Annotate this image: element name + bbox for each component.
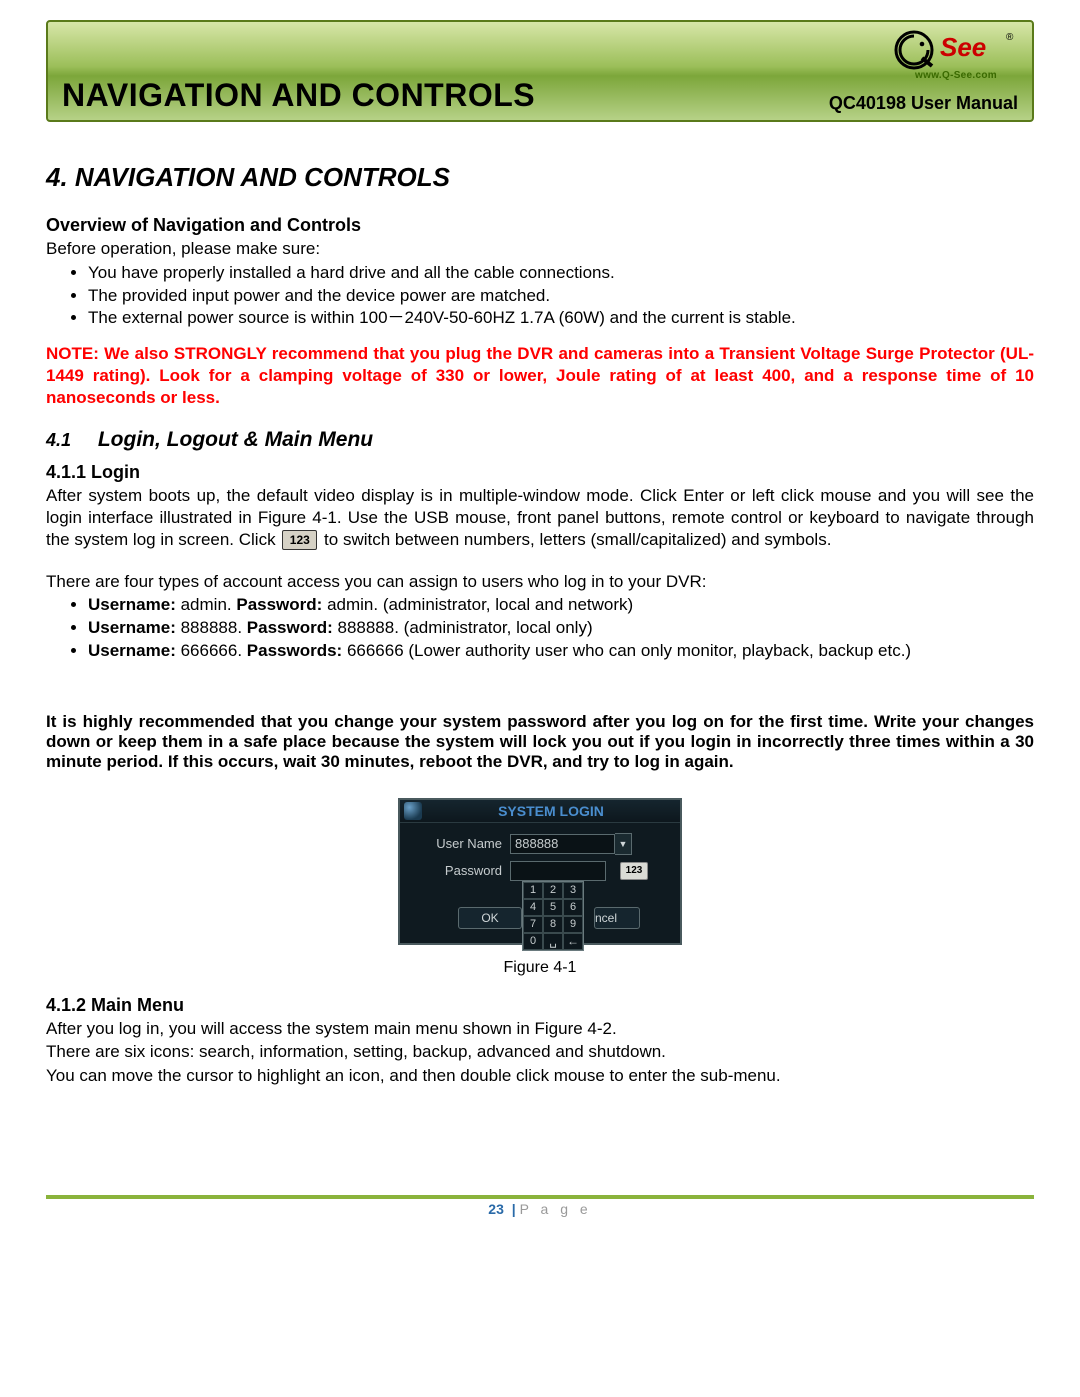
mainmenu-line-1: After you log in, you will access the sy… <box>46 1018 1034 1040</box>
page-number: 23 <box>488 1201 504 1217</box>
section-number: 4.1 <box>46 430 92 451</box>
keypad-123-icon: 123 <box>282 530 317 550</box>
logo-url: www.Q-See.com <box>915 70 997 81</box>
dialog-title: SYSTEM LOGIN <box>422 803 680 819</box>
section-name: Login, Logout & Main Menu <box>98 428 373 451</box>
keypad-key[interactable]: 8 <box>543 916 563 933</box>
cancel-button[interactable]: ncel <box>594 907 640 929</box>
password-label: Password <box>416 863 510 878</box>
list-item: Username: 666666. Passwords: 666666 (Low… <box>88 640 1034 662</box>
dialog-icon <box>404 802 422 820</box>
keypad-key[interactable]: 2 <box>543 882 563 899</box>
mainmenu-line-3: You can move the cursor to highlight an … <box>46 1065 1034 1087</box>
overview-intro: Before operation, please make sure: <box>46 238 1034 260</box>
page-label: P a g e <box>520 1201 592 1217</box>
keypad-key[interactable]: 9 <box>563 916 583 933</box>
section-4-1-title: 4.1 Login, Logout & Main Menu <box>46 428 1034 452</box>
svg-text:®: ® <box>1006 32 1014 43</box>
login-paragraph-1: After system boots up, the default video… <box>46 485 1034 550</box>
subsection-login-heading: 4.1.1 Login <box>46 462 1034 483</box>
figure-4-1: SYSTEM LOGIN User Name 888888 ▼ Password… <box>46 798 1034 995</box>
dialog-titlebar: SYSTEM LOGIN <box>400 800 680 823</box>
keypad-key[interactable]: 7 <box>523 916 543 933</box>
header-title: NAVIGATION AND CONTROLS <box>62 77 829 114</box>
username-label: User Name <box>416 836 510 851</box>
username-dropdown-button[interactable]: ▼ <box>615 833 632 855</box>
ok-button[interactable]: OK <box>458 907 522 929</box>
list-item: You have properly installed a hard drive… <box>88 262 1034 284</box>
page-header: NAVIGATION AND CONTROLS QC40198 User Man… <box>46 20 1034 122</box>
keypad-key[interactable]: 6 <box>563 899 583 916</box>
username-input[interactable]: 888888 <box>510 834 615 854</box>
list-item: The provided input power and the device … <box>88 285 1034 307</box>
list-item: Username: admin. Password: admin. (admin… <box>88 594 1034 616</box>
chapter-title: 4. NAVIGATION AND CONTROLS <box>46 162 1034 193</box>
virtual-keypad[interactable]: 1 2 3 4 5 6 7 8 9 0 ␣ ← <box>522 881 584 951</box>
password-recommendation: It is highly recommended that you change… <box>46 712 1034 772</box>
password-input[interactable] <box>510 861 606 881</box>
keypad-backspace-icon[interactable]: ← <box>563 933 583 950</box>
keypad-key[interactable]: 4 <box>523 899 543 916</box>
keypad-space-icon[interactable]: ␣ <box>543 933 563 950</box>
accounts-intro: There are four types of account access y… <box>46 571 1034 593</box>
list-item: Username: 888888. Password: 888888. (adm… <box>88 617 1034 639</box>
mainmenu-line-2: There are six icons: search, information… <box>46 1041 1034 1063</box>
page-footer: 23 | P a g e <box>46 1199 1034 1217</box>
keypad-toggle-icon[interactable]: 123 <box>620 862 648 880</box>
login-para-text-b: to switch between numbers, letters (smal… <box>324 530 831 549</box>
overview-bullets: You have properly installed a hard drive… <box>46 262 1034 329</box>
keypad-key[interactable]: 0 <box>523 933 543 950</box>
list-item: The external power source is within 100－… <box>88 307 1034 329</box>
keypad-key[interactable]: 5 <box>543 899 563 916</box>
svg-text:See: See <box>940 32 986 62</box>
system-login-dialog: SYSTEM LOGIN User Name 888888 ▼ Password… <box>398 798 682 945</box>
accounts-list: Username: admin. Password: admin. (admin… <box>46 594 1034 661</box>
keypad-key[interactable]: 1 <box>523 882 543 899</box>
subsection-mainmenu-heading: 4.1.2 Main Menu <box>46 995 1034 1016</box>
overview-heading: Overview of Navigation and Controls <box>46 215 1034 236</box>
figure-caption: Figure 4-1 <box>504 959 577 977</box>
header-product: QC40198 User Manual <box>829 93 1018 114</box>
qsee-logo: See ® www.Q-See.com <box>892 28 1020 81</box>
note-warning: NOTE: We also STRONGLY recommend that yo… <box>46 343 1034 408</box>
keypad-key[interactable]: 3 <box>563 882 583 899</box>
